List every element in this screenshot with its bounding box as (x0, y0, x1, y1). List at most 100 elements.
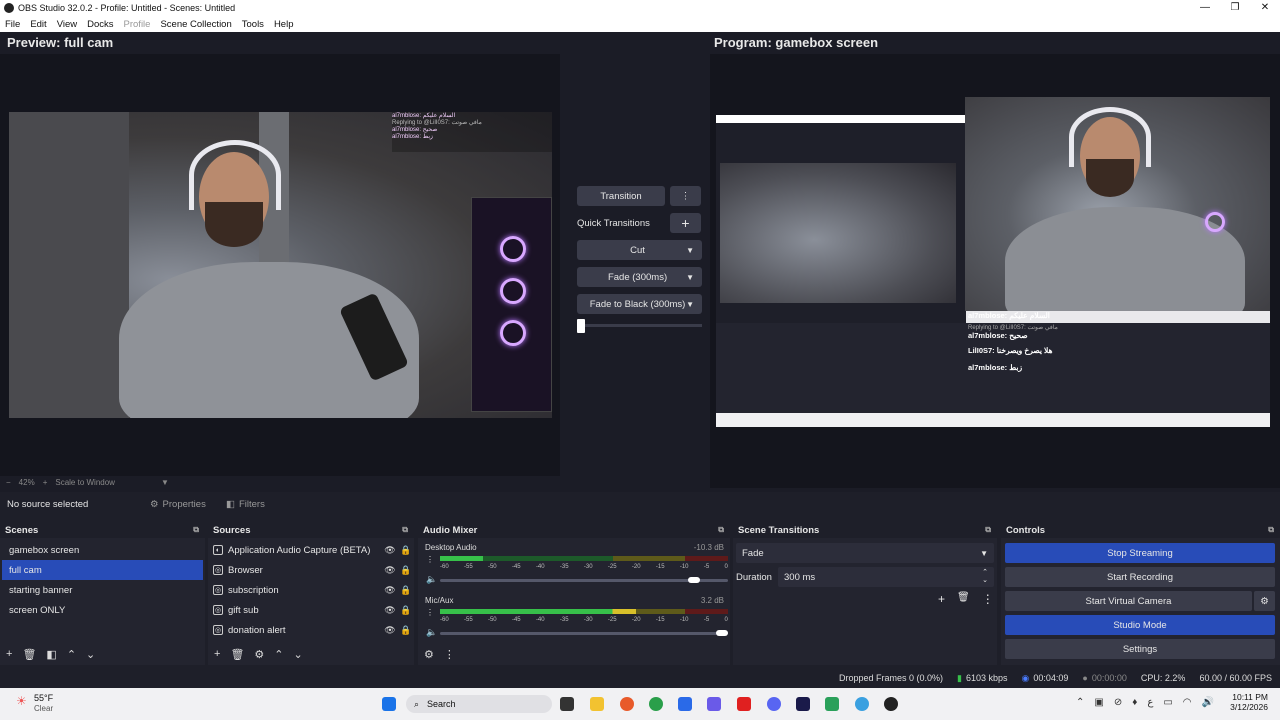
eye-icon[interactable]: 👁 (382, 585, 398, 596)
source-item[interactable]: ◎ gift sub 👁 🔒 (208, 600, 414, 620)
preview-camera-feed[interactable]: al7mblose: السلام عليكم Replying to @Lil… (9, 112, 552, 418)
lock-icon[interactable]: 🔒 (398, 585, 414, 596)
spinner-arrows-icon[interactable]: ⌃ ⌄ (982, 569, 988, 585)
more-vertical-icon[interactable]: ⋮ (982, 592, 994, 606)
studio-mode-button[interactable]: Studio Mode (1005, 615, 1275, 635)
scene-item-selected[interactable]: full cam (2, 560, 203, 580)
lock-icon[interactable]: 🔒 (398, 605, 414, 616)
start-recording-button[interactable]: Start Recording (1005, 567, 1275, 587)
volume-knob[interactable] (688, 577, 700, 583)
taskbar-clock[interactable]: 10:11 PM 3/12/2026 (1222, 692, 1268, 712)
settings-button[interactable]: Settings (1005, 639, 1275, 659)
netflix-icon[interactable] (737, 697, 751, 711)
menu-profile[interactable]: Profile (119, 19, 156, 30)
duration-spinbox[interactable]: 300 ms ⌃ ⌄ (778, 567, 994, 587)
undock-icon[interactable]: ⧉ (1268, 525, 1274, 535)
weather-temp[interactable]: 55°F (34, 693, 53, 703)
mixer-settings-icon[interactable]: ⚙ (424, 648, 434, 661)
more-vertical-icon[interactable]: ⋮ (426, 608, 434, 617)
undock-icon[interactable]: ⧉ (985, 525, 991, 535)
chevron-down-icon[interactable]: ⌄ (294, 648, 303, 661)
filters-button[interactable]: ◧ Filters (226, 499, 265, 510)
trash-icon[interactable]: 🗑 (22, 648, 36, 661)
transition-button[interactable]: Transition (577, 186, 665, 206)
menu-view[interactable]: View (52, 19, 82, 30)
eye-icon[interactable]: 👁 (382, 545, 398, 556)
lock-icon[interactable]: 🔒 (398, 625, 414, 636)
trash-icon[interactable]: 🗑 (957, 592, 970, 606)
volume-knob[interactable] (716, 630, 728, 636)
taskbar-search[interactable]: ⌕ Search (406, 695, 552, 713)
windows-start-icon[interactable] (382, 697, 396, 711)
chevron-up-icon[interactable]: ⌃ (274, 648, 283, 661)
add-quick-transition-button[interactable]: + (670, 213, 701, 233)
chrome-alt-icon[interactable] (855, 697, 869, 711)
weather-icon[interactable]: ☀ (16, 694, 27, 708)
premiere-icon[interactable] (796, 697, 810, 711)
minimize-button[interactable]: — (1190, 0, 1220, 16)
menu-help[interactable]: Help (269, 19, 299, 30)
scene-item[interactable]: gamebox screen (2, 540, 203, 560)
undock-icon[interactable]: ⧉ (718, 525, 724, 535)
undock-icon[interactable]: ⧉ (193, 525, 199, 535)
transition-select[interactable]: Fade ▼ (736, 543, 994, 563)
menu-file[interactable]: File (0, 19, 25, 30)
tray-icon[interactable]: ▣ (1094, 697, 1103, 708)
eye-icon[interactable]: 👁 (382, 625, 398, 636)
tbar-track[interactable] (577, 324, 702, 327)
speaker-icon[interactable]: 🔈 (426, 574, 437, 585)
virtual-camera-settings-button[interactable]: ⚙ (1254, 591, 1275, 611)
source-item[interactable]: ◐ Application Audio Capture (BETA) 👁 🔒 (208, 540, 414, 560)
source-item[interactable]: ◎ Browser 👁 🔒 (208, 560, 414, 580)
scene-filter-icon[interactable]: ◧ (46, 648, 56, 661)
tray-icon[interactable]: ⊘ (1114, 697, 1122, 708)
chevron-up-icon[interactable]: ⌃ (67, 648, 76, 661)
desktop-audio-volume-slider[interactable] (440, 579, 728, 582)
add-source-button[interactable]: + (214, 648, 220, 660)
menu-docks[interactable]: Docks (82, 19, 118, 30)
discord-icon[interactable] (767, 697, 781, 711)
mic-volume-slider[interactable] (440, 632, 728, 635)
display-icon[interactable]: ▭ (1163, 697, 1172, 708)
mic-icon[interactable]: ♦ (1132, 697, 1137, 708)
app-icon[interactable] (620, 697, 634, 711)
task-view-icon[interactable] (560, 697, 574, 711)
volume-icon[interactable]: 🔊 (1202, 697, 1214, 708)
quick-transition-fade-to-black[interactable]: Fade to Black (300ms) ▼ (577, 294, 702, 314)
source-item[interactable]: ◎ subscription 👁 🔒 (208, 580, 414, 600)
trash-icon[interactable]: 🗑 (230, 648, 244, 661)
file-explorer-icon[interactable] (590, 697, 604, 711)
language-indicator[interactable]: ع (1147, 697, 1153, 708)
chevron-up-icon[interactable]: ⌃ (1076, 697, 1084, 708)
close-button[interactable]: ✕ (1250, 0, 1280, 16)
stop-streaming-button[interactable]: Stop Streaming (1005, 543, 1275, 563)
lock-icon[interactable]: 🔒 (398, 545, 414, 556)
more-vertical-icon[interactable]: ⋮ (444, 648, 455, 661)
transition-menu-button[interactable]: ⋮ (670, 186, 701, 206)
teams-icon[interactable] (707, 697, 721, 711)
source-item[interactable]: ◎ donation alert 👁 🔒 (208, 620, 414, 640)
wifi-icon[interactable]: ◠ (1183, 697, 1192, 708)
tbar-handle[interactable] (577, 319, 585, 333)
chevron-down-icon[interactable]: ⌄ (86, 648, 95, 661)
chrome-icon[interactable] (649, 697, 663, 711)
start-virtual-camera-button[interactable]: Start Virtual Camera (1005, 591, 1252, 611)
eye-icon[interactable]: 👁 (382, 565, 398, 576)
zoom-in-button[interactable]: + (43, 478, 48, 487)
properties-button[interactable]: ⚙ Properties (150, 499, 226, 510)
speaker-icon[interactable]: 🔈 (426, 627, 437, 638)
scene-item[interactable]: starting banner (2, 580, 203, 600)
menu-scene-collection[interactable]: Scene Collection (155, 19, 236, 30)
add-transition-button[interactable]: + (938, 592, 945, 606)
more-vertical-icon[interactable]: ⋮ (426, 555, 434, 564)
add-scene-button[interactable]: + (6, 648, 12, 660)
obs-icon[interactable] (884, 697, 898, 711)
app-icon[interactable] (825, 697, 839, 711)
lock-icon[interactable]: 🔒 (398, 565, 414, 576)
gear-icon[interactable]: ⚙ (254, 648, 264, 661)
quick-transition-cut[interactable]: Cut ▼ (577, 240, 702, 260)
quick-transition-fade[interactable]: Fade (300ms) ▼ (577, 267, 702, 287)
menu-tools[interactable]: Tools (237, 19, 269, 30)
zoom-out-button[interactable]: − (6, 478, 11, 487)
scene-item[interactable]: screen ONLY (2, 600, 203, 620)
